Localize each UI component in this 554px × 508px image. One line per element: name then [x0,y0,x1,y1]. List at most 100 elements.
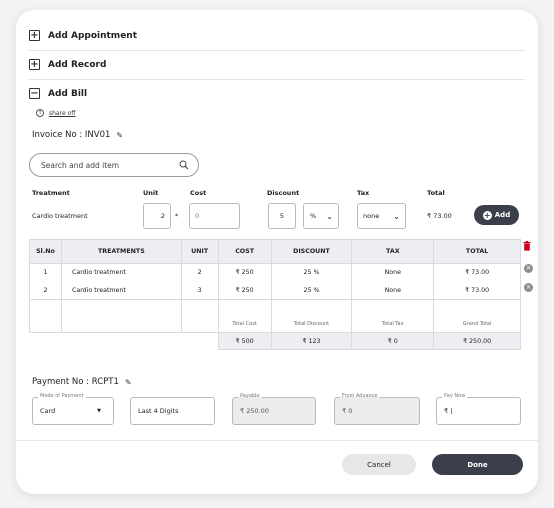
table-header: Sl.No TREATMENTS UNIT COST DISCOUNT TAX … [29,239,521,264]
remove-row-icon[interactable]: × [524,283,533,292]
payable-field: Payable ₹ 250.00 [232,393,316,425]
totals-values-row: ₹ 500 ₹ 123 ₹ 0 ₹ 250.00 [29,332,521,350]
edit-icon[interactable]: ✎ [116,131,123,140]
mode-value: Card [40,407,56,415]
discount-input[interactable]: 5 [268,203,296,229]
add-item-button[interactable]: + Add [474,205,519,225]
cell-sl: 1 [29,263,62,282]
total-discount-label: Total Discount [270,316,353,333]
header-treatment: Treatment [32,189,70,197]
chevron-down-icon: ⌄ [326,211,333,221]
from-advance-field: From Advance ₹ 0 [334,393,420,425]
grand-total-label: Grand Total [433,316,521,333]
discount-value: 5 [279,212,285,220]
bill-dialog: + Add Appointment + Add Record − Add Bil… [16,10,538,494]
total-tax-value: ₹ 0 [351,332,435,350]
col-cost: COST [217,239,272,264]
minus-box-icon: − [29,88,40,99]
search-input[interactable]: Search and add item [29,153,199,177]
unit-input[interactable]: 2 [143,203,171,229]
col-treatments: TREATMENTS [60,239,182,264]
header-discount: Discount [267,189,300,197]
header-cost: Cost [190,189,207,197]
col-tax: TAX [351,239,435,264]
entry-treatment: Cardio treatment [32,212,88,220]
paynow-legend: Pay Now [442,393,468,399]
search-placeholder: Search and add item [41,160,120,170]
section-add-bill[interactable]: − Add Bill [16,79,538,108]
done-button[interactable]: Done [432,454,523,475]
tax-value: none [363,212,380,220]
payment-label: Payment No : RCPT1 [32,377,119,387]
mode-legend: Mode of Payment [38,393,86,399]
last4-placeholder: Last 4 Digits [138,407,179,415]
advance-value: ₹ 0 [342,407,353,415]
plus-circle-icon: + [482,210,492,220]
last-4-digits-input[interactable]: Last 4 Digits [130,397,215,425]
col-unit: UNIT [180,239,219,264]
total-tax-label: Total Tax [351,316,435,333]
cell-tax: None [351,281,435,300]
mode-of-payment-select[interactable]: Mode of Payment Card ▼ [32,393,114,425]
header-total: Total [427,189,445,197]
tax-select[interactable]: none ⌄ [357,203,406,229]
cell-tax: None [351,263,435,282]
total-cost-value: ₹ 500 [217,332,272,350]
cell-discount: 25 % [270,281,353,300]
grand-total-value: ₹ 250.00 [433,332,521,350]
trash-icon[interactable] [523,241,531,251]
col-total: TOTAL [433,239,521,264]
chevron-down-icon: ⌄ [393,211,400,221]
section-label: Add Record [48,59,107,70]
advance-legend: From Advance [340,393,380,399]
remove-row-icon[interactable]: × [524,264,533,273]
add-label: Add [494,211,511,219]
invoice-number: Invoice No : INV01 ✎ [32,130,123,140]
plus-box-icon: + [29,59,40,70]
paynow-value: ₹ | [444,407,453,415]
cancel-button[interactable]: Cancel [342,454,416,475]
cell-total: ₹ 73.00 [433,263,521,282]
total-cost-label: Total Cost [217,316,272,333]
plus-box-icon: + [29,30,40,41]
caret-down-icon: ▼ [97,408,101,414]
header-tax: Tax [357,189,370,197]
section-add-appointment[interactable]: + Add Appointment [16,21,538,50]
multiply-sign: * [175,212,179,220]
discount-type-value: % [310,212,317,220]
cost-input[interactable]: 0 [189,203,240,229]
cost-value: 0 [195,212,200,220]
section-add-record[interactable]: + Add Record [16,50,538,79]
search-icon [179,160,189,170]
unit-value: 2 [160,212,165,220]
col-slno: Sl.No [29,239,62,264]
section-label: Add Bill [48,88,88,99]
col-discount: DISCOUNT [270,239,353,264]
payable-legend: Payable [238,393,262,399]
section-label: Add Appointment [48,30,138,41]
payable-value: ₹ 250.00 [240,407,269,415]
pay-now-input[interactable]: Pay Now ₹ | [436,393,521,425]
share-icon: ↑ [36,109,44,117]
cell-discount: 25 % [270,263,353,282]
cell-cost: ₹ 250 [217,263,272,282]
entry-total: ₹ 73.00 [427,212,452,220]
table-row: 2 Cardio treatment 3 ₹ 250 25 % None ₹ 7… [29,281,521,300]
discount-type-select[interactable]: % ⌄ [303,203,339,229]
share-toggle[interactable]: ↑ share off [36,109,75,117]
bill-table: Sl.No TREATMENTS UNIT COST DISCOUNT TAX … [29,239,521,350]
payment-number: Payment No : RCPT1 ✎ [32,377,132,387]
cell-treatment: Cardio treatment [60,263,182,282]
totals-labels-row: Total Cost Total Discount Total Tax Gran… [29,316,521,333]
table-row-empty [29,299,521,317]
share-label: share off [49,109,76,117]
header-unit: Unit [143,189,159,197]
total-discount-value: ₹ 123 [270,332,353,350]
cell-unit: 2 [180,263,219,282]
footer-divider [16,440,538,441]
cell-sl: 2 [29,281,62,300]
table-row: 1 Cardio treatment 2 ₹ 250 25 % None ₹ 7… [29,263,521,282]
cell-total: ₹ 73.00 [433,281,521,300]
cell-unit: 3 [180,281,219,300]
edit-icon[interactable]: ✎ [125,378,132,387]
